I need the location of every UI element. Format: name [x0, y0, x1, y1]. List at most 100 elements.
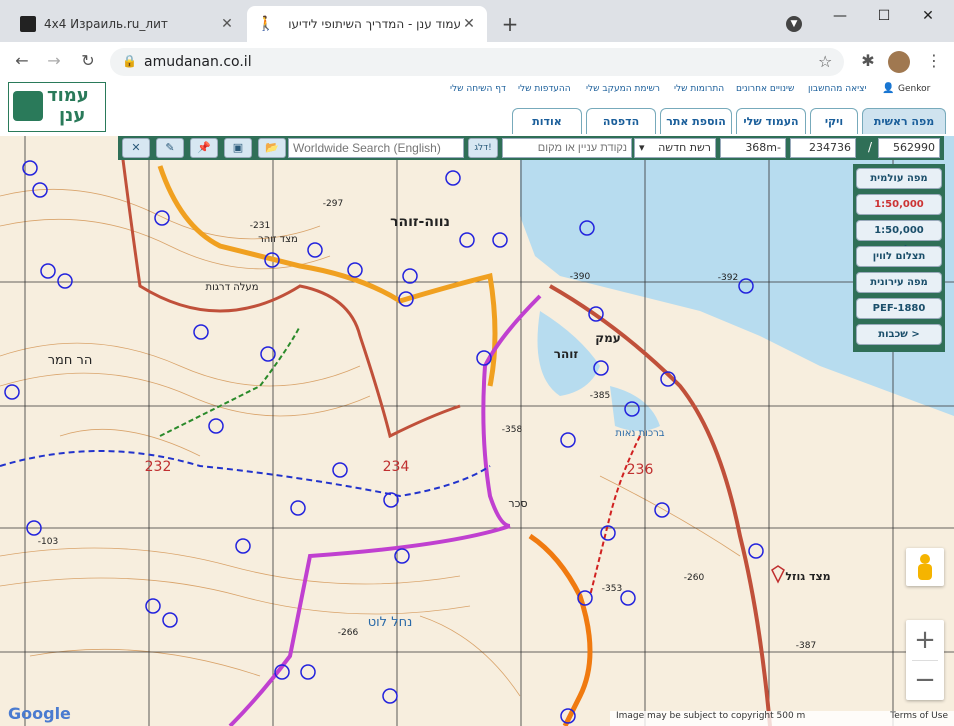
map-label: -385	[590, 391, 610, 401]
tab-wiki[interactable]: ויקי	[810, 108, 858, 134]
tab-about[interactable]: אודות	[512, 108, 582, 134]
link-watchlist[interactable]: רשימת המעקב שלי	[586, 84, 660, 94]
link-logout[interactable]: יציאה מהחשבון	[808, 84, 866, 94]
reload-icon[interactable]: ↻	[76, 50, 100, 72]
link-preferences[interactable]: ההעדפות שלי	[518, 84, 571, 94]
tab-print[interactable]: הדפסה	[586, 108, 656, 134]
zoom-control: + −	[906, 620, 944, 700]
green-trail	[159, 325, 301, 437]
grid-select-value: רשת חדשה	[658, 141, 711, 154]
map-label: נחל לוט	[368, 615, 413, 630]
forward-icon[interactable]: →	[42, 50, 66, 72]
address-bar[interactable]: 🔒 amudanan.co.il ☆	[110, 48, 844, 76]
clear-icon[interactable]: ✕	[122, 138, 150, 158]
map-label: -103	[38, 537, 58, 547]
street-view-pegman-icon[interactable]	[906, 548, 944, 586]
map-label: -353	[602, 584, 622, 594]
close-tab-icon[interactable]: ✕	[461, 16, 477, 32]
pin-icon[interactable]: 📌	[190, 138, 218, 158]
tab-my-page[interactable]: העמוד שלי	[736, 108, 806, 134]
zoom-out-button[interactable]: −	[906, 660, 944, 700]
close-tab-icon[interactable]: ✕	[219, 16, 235, 32]
grid-select[interactable]: רשת חדשה ▾	[634, 138, 716, 158]
orange-trail	[528, 533, 593, 726]
site-logo[interactable]: עמוד ענן	[8, 82, 106, 132]
layer-button[interactable]: מפה עולמית	[856, 168, 942, 189]
user-icon: 👤	[882, 83, 895, 94]
zoom-in-button[interactable]: +	[906, 620, 944, 660]
new-tab-icon[interactable]: +	[498, 12, 522, 36]
save-icon[interactable]: ▣	[224, 138, 252, 158]
map-label: 234	[383, 459, 410, 475]
back-icon[interactable]: ←	[10, 50, 34, 72]
map-label: 232	[145, 459, 172, 475]
maximize-icon[interactable]: ☐	[864, 4, 904, 28]
layer-panel: מפה עולמית 1:50,000 1:50,000 קלאסיתתצלום ל…	[853, 164, 945, 352]
layer-button[interactable]: PEF-1880	[856, 298, 942, 319]
fort-icon	[771, 565, 785, 584]
tab-main-map[interactable]: מפה ראשית	[862, 108, 946, 134]
map-label: הר חמר	[48, 353, 93, 368]
minimize-icon[interactable]: —	[820, 4, 860, 28]
map-label: -358	[502, 425, 523, 435]
folder-icon[interactable]: 📂	[258, 138, 286, 158]
map-canvas[interactable]: נווה-זוהר עמק זוהר הר חמר מצד גוזל נחל ל…	[0, 136, 954, 726]
go-button[interactable]: דלג!	[468, 138, 498, 158]
hiker-favicon-icon: 🚶	[257, 16, 275, 32]
topographic-map[interactable]: נווה-זוהר עמק זוהר הר חמר מצד גוזל נחל ל…	[0, 136, 954, 726]
browser-tab-amudanan[interactable]: 🚶 עמוד ענן - המדריך השיתופי לידיעו ✕	[247, 6, 487, 42]
avatar[interactable]	[888, 51, 910, 73]
layer-button[interactable]: שכבות >	[856, 324, 942, 345]
road	[118, 136, 461, 439]
menu-kebab-icon[interactable]: ⋮	[922, 50, 946, 72]
chevron-down-icon: ▾	[639, 141, 645, 154]
poi-search-input[interactable]	[502, 138, 632, 158]
tab-title: 4x4 Израиль.ru_лит	[44, 17, 168, 31]
map-label: נווה-זוהר	[390, 214, 450, 230]
link-talk-page[interactable]: דף השיחה שלי	[450, 84, 506, 94]
link-my-contributions[interactable]: התרומות שלי	[674, 84, 724, 94]
bookmark-star-icon[interactable]: ☆	[818, 52, 832, 71]
pond-area	[610, 386, 660, 431]
logo-line1: עמוד	[47, 85, 89, 106]
layer-button[interactable]: 1:50,000	[856, 194, 942, 215]
map-toolbar: ✕ ✎ 📌 ▣ 📂 דלג! רשת חדשה ▾ 368m- 234736 /…	[118, 136, 944, 160]
window-close-icon[interactable]: ✕	[908, 4, 948, 28]
pegman-head	[920, 554, 930, 564]
user-name[interactable]: Genkor	[898, 84, 930, 94]
map-label: -390	[570, 272, 591, 282]
map-label: -297	[323, 199, 343, 209]
tab-search-icon[interactable]: ▼	[786, 16, 802, 32]
link-recent-changes[interactable]: שינויים אחרונים	[736, 84, 794, 94]
extensions-icon[interactable]: ✱	[856, 50, 880, 72]
map-label: מעלה דרגות	[206, 282, 259, 293]
map-label: ברכות נאות	[615, 428, 664, 439]
pencil-icon[interactable]: ✎	[156, 138, 184, 158]
pegman-body	[918, 564, 932, 580]
layer-button[interactable]: 1:50,000 קלאסית	[856, 220, 942, 255]
layer-button[interactable]: מפה עירונית	[856, 272, 942, 293]
worldwide-search-input[interactable]	[288, 138, 464, 158]
map-label: -392	[718, 273, 738, 283]
blue-trail	[0, 450, 491, 498]
map-label: -231	[250, 221, 270, 231]
layer-button[interactable]: תצלום לווין	[856, 246, 942, 267]
coord-x-field[interactable]: 234736	[790, 138, 856, 158]
map-label: זוהר	[554, 347, 579, 361]
map-label: סכר	[508, 497, 527, 510]
site-favicon-icon	[20, 16, 36, 32]
browser-toolbar: ← → ↻ 🔒 amudanan.co.il ☆ ✱ ⋮	[0, 42, 954, 81]
google-logo[interactable]: Google	[8, 704, 71, 723]
tab-title: עמוד ענן - המדריך השיתופי לידיעו	[288, 17, 461, 31]
map-label: -266	[338, 628, 359, 638]
map-label: 236	[627, 462, 654, 478]
terms-link[interactable]: Terms of Use	[890, 711, 948, 721]
magenta-trail	[481, 294, 542, 528]
browser-tab-4x4[interactable]: 4x4 Израиль.ru_лит ✕	[10, 6, 245, 42]
copyright-note: Image may be subject to copyright 500 m	[616, 711, 806, 721]
tab-add-site[interactable]: הוספת אתר	[660, 108, 732, 134]
url-text: amudanan.co.il	[144, 54, 252, 70]
map-label: -387	[796, 641, 816, 651]
coord-y-field[interactable]: 562990	[878, 138, 940, 158]
elevation-readout: 368m-	[720, 138, 786, 158]
